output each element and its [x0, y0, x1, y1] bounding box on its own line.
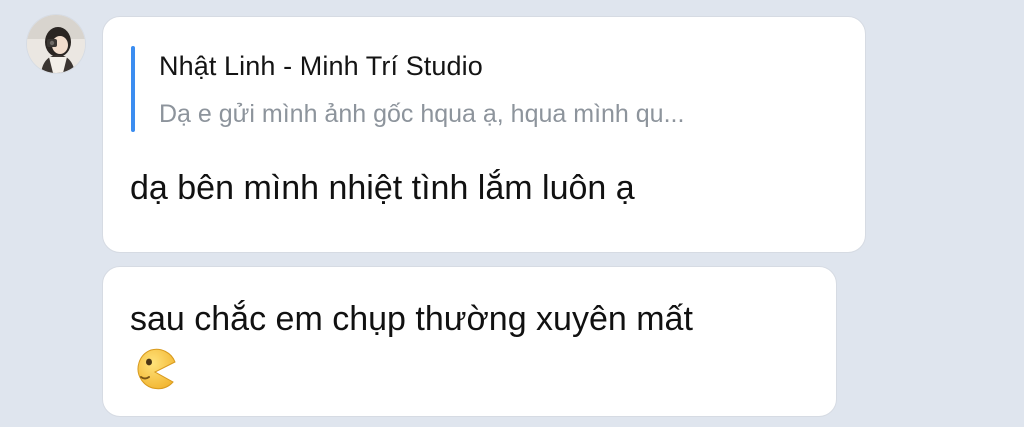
quoted-sender-name: Nhật Linh - Minh Trí Studio [159, 51, 483, 81]
message-bubble-reply[interactable]: Nhật Linh - Minh Trí Studio Dạ e gửi mìn… [102, 16, 866, 253]
pacman-smiley-icon [129, 348, 179, 392]
reply-quote[interactable]: Nhật Linh - Minh Trí Studio Dạ e gửi mìn… [131, 46, 831, 132]
message-bubble[interactable]: sau chắc em chụp thường xuyên mất [102, 266, 837, 417]
sender-avatar[interactable] [27, 15, 85, 73]
message-text: dạ bên mình nhiệt tình lắm luôn ạ [130, 169, 635, 207]
quote-bar [131, 46, 135, 132]
quoted-message-preview: Dạ e gửi mình ảnh gốc hqua ạ, hqua mình … [159, 100, 685, 128]
message-text: sau chắc em chụp thường xuyên mất [130, 300, 693, 338]
user-avatar-icon [27, 15, 85, 73]
